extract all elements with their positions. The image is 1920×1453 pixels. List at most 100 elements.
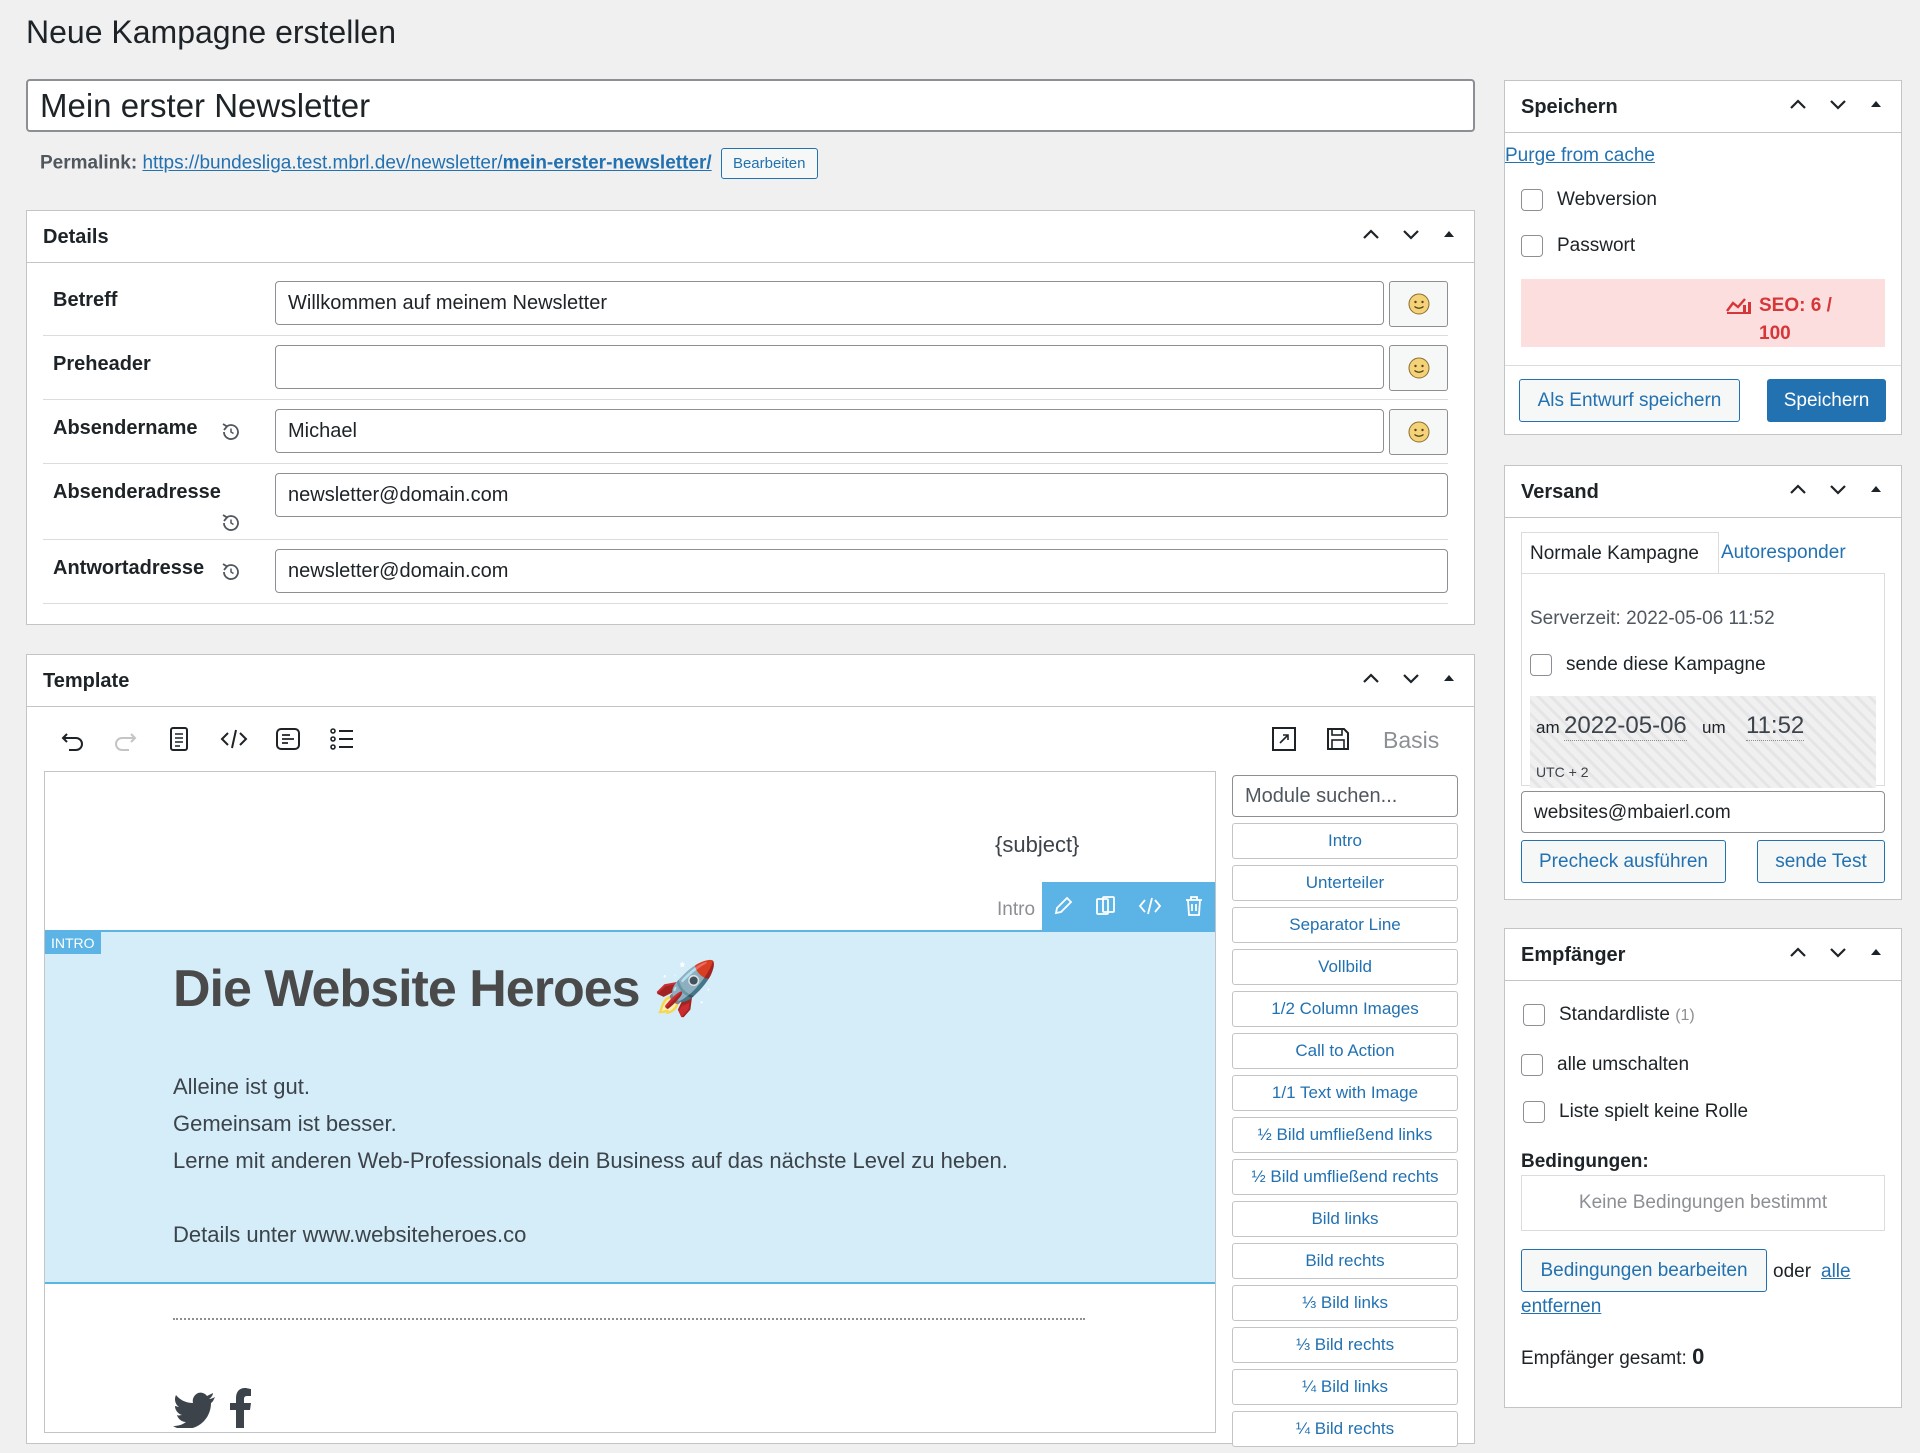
list-checkbox[interactable] [1523,1004,1545,1026]
twitter-icon[interactable] [173,1392,217,1428]
password-option[interactable]: Passwort [1521,235,1635,257]
module-item[interactable]: 1/2 Column Images [1232,991,1458,1027]
move-up-icon[interactable] [1787,478,1809,500]
purge-cache-link[interactable]: Purge from cache [1505,145,1655,167]
webversion-checkbox[interactable] [1521,189,1543,211]
move-up-icon[interactable] [1787,93,1809,115]
code-icon[interactable] [1137,895,1163,917]
seo-chart-icon [1726,298,1751,314]
move-up-icon[interactable] [1360,667,1382,689]
sender-address-input[interactable]: newsletter@domain.com [275,473,1448,517]
fullscreen-icon[interactable] [1270,725,1298,753]
collapse-icon[interactable] [1867,941,1885,963]
template-canvas: {subject} Intro INTRO Die Website Heroes… [44,771,1216,1433]
module-item[interactable]: Bild rechts [1232,1243,1458,1279]
reply-address-input[interactable]: newsletter@domain.com [275,549,1448,593]
campaign-title-input[interactable]: Mein erster Newsletter [26,79,1475,132]
edit-conditions-button[interactable]: Bedingungen bearbeiten [1521,1249,1767,1292]
move-up-icon[interactable] [1787,941,1809,963]
tab-normal-campaign[interactable]: Normale Kampagne [1521,532,1719,574]
intro-module[interactable]: INTRO Die Website Heroes 🚀 Alleine ist g… [45,930,1215,1284]
permalink-link[interactable]: https://bundesliga.test.mbrl.dev/newslet… [142,153,711,174]
code-icon[interactable] [219,725,249,753]
send-test-button[interactable]: sende Test [1757,840,1885,883]
reset-icon[interactable] [219,560,243,584]
facebook-icon[interactable] [227,1388,253,1428]
sender-address-label: Absenderadresse [53,481,221,503]
move-up-icon[interactable] [1360,223,1382,245]
module-item[interactable]: 1/1 Text with Image [1232,1075,1458,1111]
module-item[interactable]: Vollbild [1232,949,1458,985]
move-down-icon[interactable] [1827,941,1849,963]
send-campaign-checkbox[interactable] [1530,654,1552,676]
module-item[interactable]: ½ Bild umfließend rechts [1232,1159,1458,1195]
reset-icon[interactable] [219,420,243,444]
module-search-input[interactable]: Module suchen... [1232,775,1458,817]
module-item[interactable]: ¼ Bild links [1232,1369,1458,1405]
move-down-icon[interactable] [1827,93,1849,115]
save-icon[interactable] [1324,725,1352,753]
time-field[interactable]: 11:52 [1746,712,1805,741]
undo-icon[interactable] [59,725,87,753]
reset-icon[interactable] [219,511,243,535]
emoji-button[interactable] [1389,281,1448,327]
precheck-button[interactable]: Precheck ausführen [1521,840,1726,883]
module-item[interactable]: Bild links [1232,1201,1458,1237]
password-checkbox[interactable] [1521,235,1543,257]
collapse-icon[interactable] [1440,667,1458,689]
recipients-box: Empfänger Standardliste (1) alle umschal… [1504,928,1902,1408]
permalink-edit-button[interactable]: Bearbeiten [720,148,818,179]
sender-name-input[interactable]: Michael [275,409,1384,453]
divider [1505,365,1901,366]
text-block-icon[interactable] [274,725,302,753]
send-campaign-option[interactable]: sende diese Kampagne [1530,654,1766,676]
module-item[interactable]: ⅓ Bild rechts [1232,1327,1458,1363]
toggle-all-option[interactable]: alle umschalten [1521,1054,1689,1076]
toggle-all-checkbox[interactable] [1521,1054,1543,1076]
webversion-option[interactable]: Webversion [1521,189,1657,211]
intro-line: Gemeinsam ist besser. [173,1111,397,1136]
edit-icon[interactable] [1052,895,1074,917]
copy-icon[interactable] [1094,894,1118,918]
remove-all-link-cont[interactable]: entfernen [1521,1296,1601,1318]
versand-header: Versand [1505,466,1901,518]
save-draft-button[interactable]: Als Entwurf speichern [1519,379,1740,422]
document-icon[interactable] [165,725,193,753]
toggle-all-label: alle umschalten [1557,1054,1690,1075]
move-down-icon[interactable] [1400,223,1422,245]
move-down-icon[interactable] [1400,667,1422,689]
list-no-role-checkbox[interactable] [1523,1101,1545,1123]
redo-icon[interactable] [111,725,139,753]
module-item[interactable]: Unterteiler [1232,865,1458,901]
remove-all-link[interactable]: alle [1821,1261,1851,1283]
template-mode-label[interactable]: Basis [1383,727,1439,754]
module-item[interactable]: Intro [1232,823,1458,859]
tab-autoresponder[interactable]: Autoresponder [1721,542,1846,564]
collapse-icon[interactable] [1867,478,1885,500]
list-no-role-option[interactable]: Liste spielt keine Rolle [1523,1101,1748,1123]
intro-details-line: Details unter www.websiteheroes.co [173,1222,527,1247]
module-item[interactable]: ½ Bild umfließend links [1232,1117,1458,1153]
module-item[interactable]: Separator Line [1232,907,1458,943]
send-campaign-label: sende diese Kampagne [1566,654,1766,675]
reply-address-label: Antwortadresse [53,557,205,579]
collapse-icon[interactable] [1867,93,1885,115]
test-email-input[interactable]: websites@mbaierl.com [1521,791,1885,833]
collapse-icon[interactable] [1440,223,1458,245]
save-button[interactable]: Speichern [1767,379,1886,422]
emoji-button[interactable] [1389,345,1448,391]
module-item[interactable]: Call to Action [1232,1033,1458,1069]
preheader-input[interactable] [275,345,1384,389]
list-option-standard[interactable]: Standardliste (1) [1523,1004,1695,1026]
trash-icon[interactable] [1183,894,1205,918]
module-item[interactable]: ¼ Bild rechts [1232,1411,1458,1447]
move-down-icon[interactable] [1827,478,1849,500]
date-field[interactable]: 2022-05-06 [1564,712,1687,741]
emoji-button[interactable] [1389,409,1448,455]
permalink: Permalink: https://bundesliga.test.mbrl.… [40,148,818,179]
subject-input[interactable]: Willkommen auf meinem Newsletter [275,281,1384,325]
list-icon[interactable] [328,725,356,753]
conditions-label: Bedingungen: [1521,1151,1649,1172]
module-item[interactable]: ⅓ Bild links [1232,1285,1458,1321]
emoji-icon [1408,421,1429,443]
